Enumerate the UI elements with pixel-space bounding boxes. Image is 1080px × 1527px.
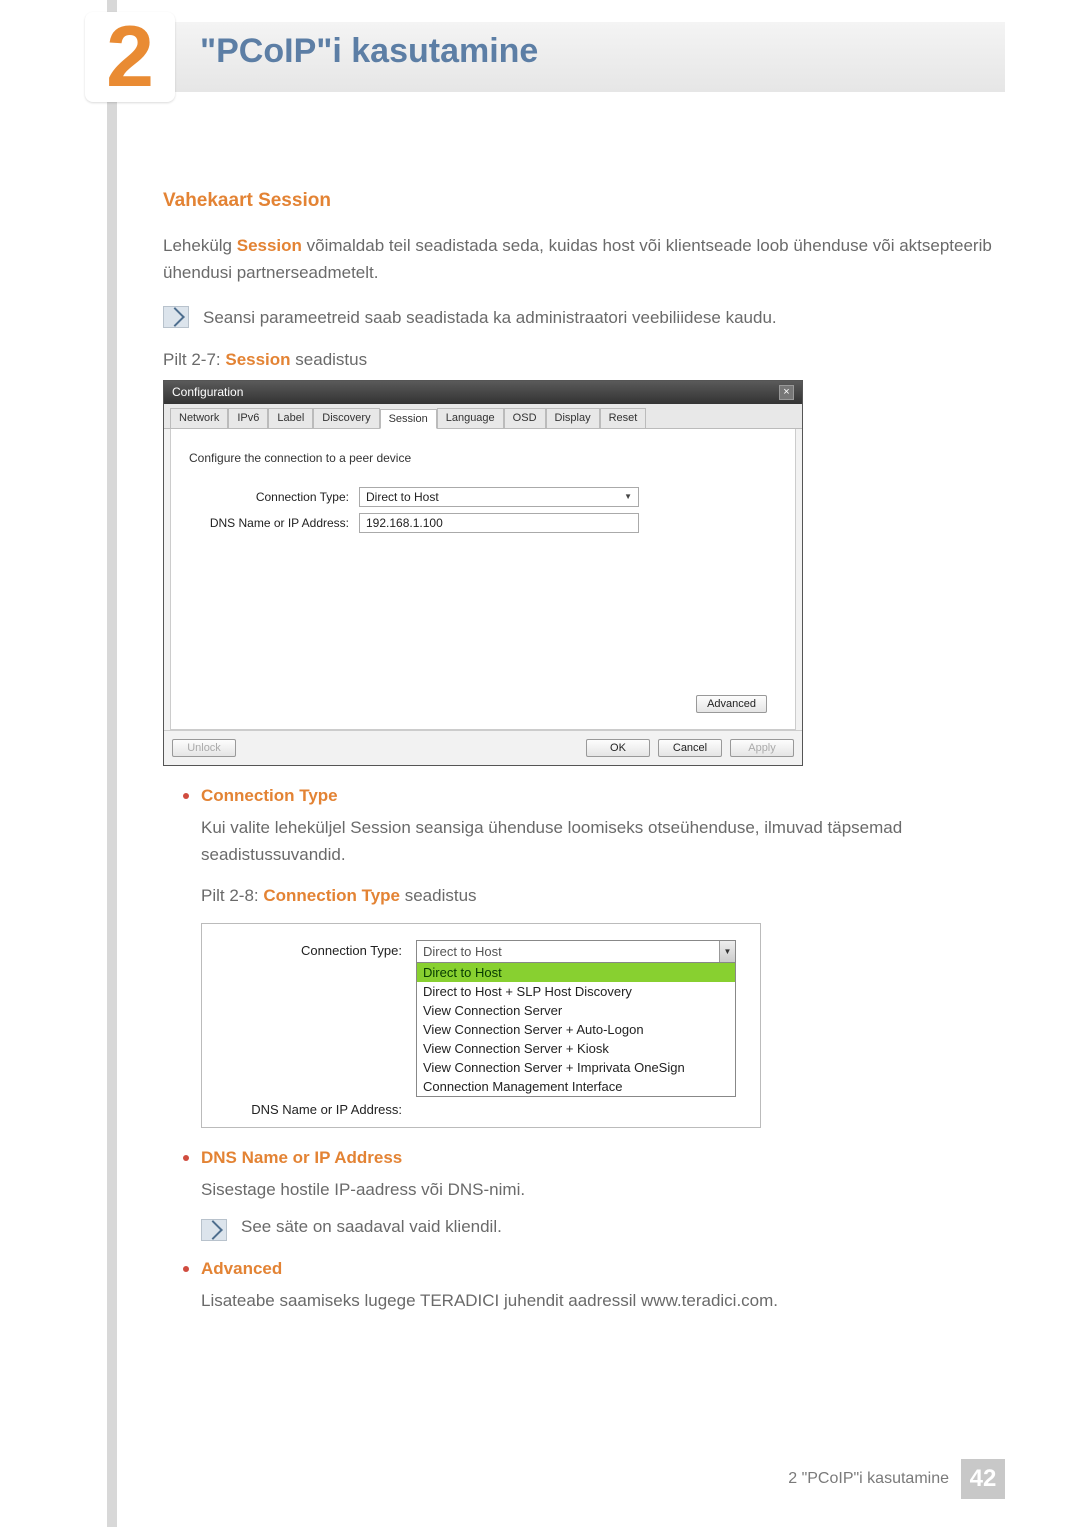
fig27-highlight: Session bbox=[225, 350, 290, 369]
bullet-title-ct: Connection Type bbox=[201, 786, 338, 806]
tab-display[interactable]: Display bbox=[546, 408, 600, 428]
fig28-prefix: Pilt 2-8: bbox=[201, 886, 263, 905]
connection-type-figure: Connection Type: Direct to Host ▼ Direct… bbox=[201, 923, 761, 1128]
note-icon bbox=[163, 306, 189, 328]
bullet-dns: DNS Name or IP Address Sisestage hostile… bbox=[183, 1148, 1000, 1241]
ok-button[interactable]: OK bbox=[586, 739, 650, 757]
config-instruction: Configure the connection to a peer devic… bbox=[189, 451, 777, 465]
apply-button[interactable]: Apply bbox=[730, 739, 794, 757]
chevron-down-icon[interactable]: ▼ bbox=[719, 941, 735, 962]
chapter-title: "PCoIP"i kasutamine bbox=[200, 32, 538, 71]
fig28-highlight: Connection Type bbox=[263, 886, 400, 905]
page-footer: 2 "PCoIP"i kasutamine 42 bbox=[788, 1459, 1005, 1499]
tab-reset[interactable]: Reset bbox=[600, 408, 647, 428]
ct-option[interactable]: View Connection Server + Kiosk bbox=[417, 1039, 735, 1058]
connection-type-label: Connection Type: bbox=[189, 490, 359, 504]
ct-fig-connection-type-label: Connection Type: bbox=[216, 940, 416, 958]
note-text: Seansi parameetreid saab seadistada ka a… bbox=[203, 304, 777, 331]
ct-option[interactable]: Direct to Host + SLP Host Discovery bbox=[417, 982, 735, 1001]
cancel-button[interactable]: Cancel bbox=[658, 739, 722, 757]
bullet-advanced: Advanced Lisateabe saamiseks lugege TERA… bbox=[183, 1259, 1000, 1314]
advanced-row: Advanced bbox=[189, 689, 777, 719]
tab-discovery[interactable]: Discovery bbox=[313, 408, 379, 428]
chevron-down-icon: ▼ bbox=[624, 492, 632, 501]
ct-option[interactable]: View Connection Server + Imprivata OneSi… bbox=[417, 1058, 735, 1077]
dns-note-text: See säte on saadaval vaid kliendil. bbox=[241, 1217, 502, 1237]
close-icon[interactable]: × bbox=[779, 385, 794, 400]
config-footer: Unlock OK Cancel Apply bbox=[164, 730, 802, 765]
intro-highlight: Session bbox=[237, 236, 302, 255]
chapter-number-box: 2 bbox=[85, 12, 175, 102]
bullet-title-dns: DNS Name or IP Address bbox=[201, 1148, 402, 1168]
footer-text: 2 "PCoIP"i kasutamine bbox=[788, 1470, 949, 1488]
section-heading: Vahekaart Session bbox=[163, 190, 1000, 212]
config-body: Configure the connection to a peer devic… bbox=[170, 429, 796, 730]
bullet-dot-icon bbox=[183, 1155, 189, 1161]
fig27-suffix: seadistus bbox=[291, 350, 368, 369]
tab-osd[interactable]: OSD bbox=[504, 408, 546, 428]
ct-option[interactable]: Connection Management Interface bbox=[417, 1077, 735, 1096]
ct-option-list: Direct to HostDirect to Host + SLP Host … bbox=[417, 962, 735, 1096]
tab-ipv6[interactable]: IPv6 bbox=[228, 408, 268, 428]
ct-option[interactable]: View Connection Server bbox=[417, 1001, 735, 1020]
unlock-button[interactable]: Unlock bbox=[172, 739, 236, 757]
bullet-dot-icon bbox=[183, 1266, 189, 1272]
window-titlebar: Configuration × bbox=[164, 381, 802, 404]
dns-input[interactable]: 192.168.1.100 bbox=[359, 513, 639, 533]
bullet-title-advanced: Advanced bbox=[201, 1259, 282, 1279]
note-icon bbox=[201, 1219, 227, 1241]
configuration-window: Configuration × NetworkIPv6LabelDiscover… bbox=[163, 380, 803, 766]
tab-language[interactable]: Language bbox=[437, 408, 504, 428]
page-number: 42 bbox=[961, 1459, 1005, 1499]
ct-option[interactable]: View Connection Server + Auto-Logon bbox=[417, 1020, 735, 1039]
intro-prefix: Lehekülg bbox=[163, 236, 237, 255]
fig27-prefix: Pilt 2-7: bbox=[163, 350, 225, 369]
form-row-connection-type: Connection Type: Direct to Host ▼ bbox=[189, 487, 777, 507]
side-stripe bbox=[107, 0, 117, 1527]
chapter-number: 2 bbox=[106, 14, 154, 100]
bullet-text-dns: Sisestage hostile IP-aadress või DNS-nim… bbox=[201, 1176, 1000, 1203]
ct-fig-dns-label: DNS Name or IP Address: bbox=[216, 1099, 416, 1117]
note-row-1: Seansi parameetreid saab seadistada ka a… bbox=[163, 304, 1000, 331]
fig28-suffix: seadistus bbox=[400, 886, 477, 905]
ct-option[interactable]: Direct to Host bbox=[417, 963, 735, 982]
tab-label[interactable]: Label bbox=[268, 408, 313, 428]
tab-row: NetworkIPv6LabelDiscoverySessionLanguage… bbox=[164, 404, 802, 429]
bullet-text-advanced: Lisateabe saamiseks lugege TERADICI juhe… bbox=[201, 1287, 1000, 1314]
dns-label: DNS Name or IP Address: bbox=[189, 516, 359, 530]
ct-fig-select[interactable]: Direct to Host ▼ Direct to HostDirect to… bbox=[416, 940, 736, 1097]
bullet-dot-icon bbox=[183, 793, 189, 799]
bullet-connection-type: Connection Type Kui valite leheküljel Se… bbox=[183, 786, 1000, 1129]
tab-network[interactable]: Network bbox=[170, 408, 228, 428]
window-title: Configuration bbox=[172, 385, 243, 399]
connection-type-value: Direct to Host bbox=[366, 490, 439, 504]
figure-2-8-caption: Pilt 2-8: Connection Type seadistus bbox=[201, 882, 1000, 909]
tab-session[interactable]: Session bbox=[380, 409, 437, 429]
connection-type-select[interactable]: Direct to Host ▼ bbox=[359, 487, 639, 507]
form-row-dns: DNS Name or IP Address: 192.168.1.100 bbox=[189, 513, 777, 533]
ct-fig-selected-value: Direct to Host bbox=[423, 944, 502, 959]
figure-2-7-caption: Pilt 2-7: Session seadistus bbox=[163, 350, 1000, 370]
advanced-button[interactable]: Advanced bbox=[696, 695, 767, 713]
intro-paragraph: Lehekülg Session võimaldab teil seadista… bbox=[163, 232, 1000, 286]
bullet-text-ct: Kui valite leheküljel Session seansiga ü… bbox=[201, 814, 1000, 868]
